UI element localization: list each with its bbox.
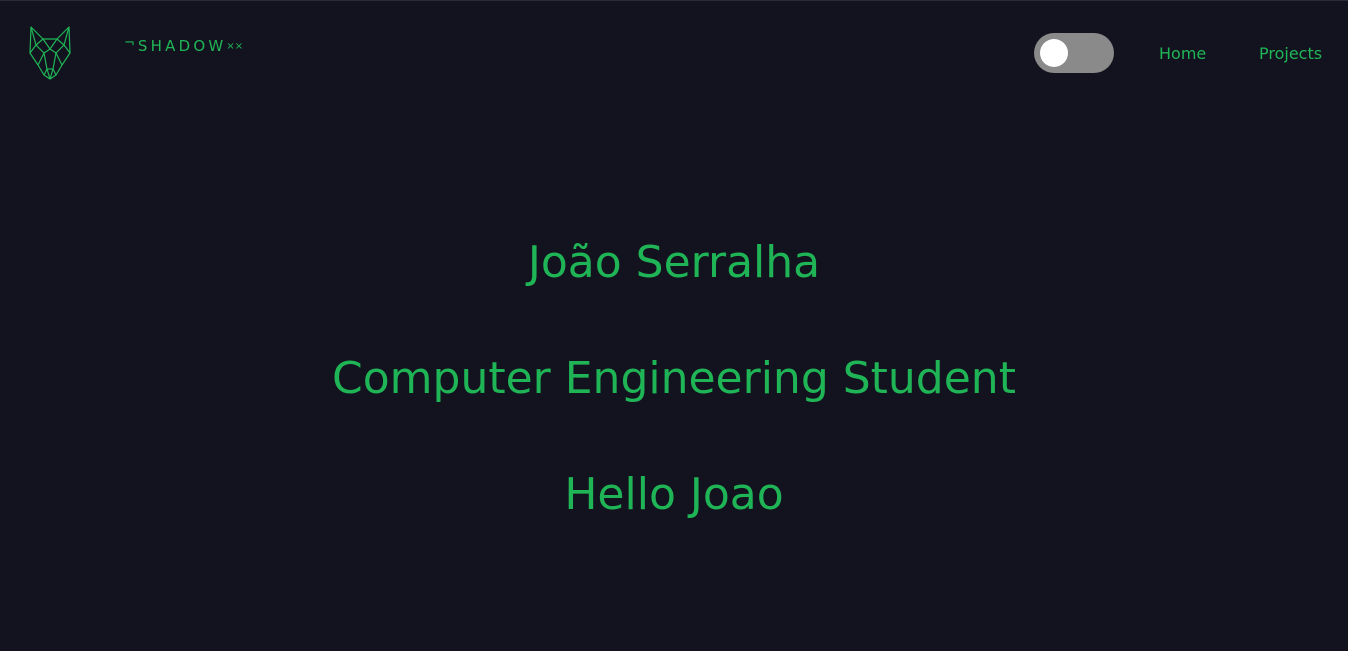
brand-suffix: ×× — [226, 41, 244, 52]
brand-name: SHADOW — [137, 37, 227, 55]
nav-home-link[interactable]: Home — [1159, 44, 1206, 64]
toggle-knob — [1040, 39, 1068, 67]
theme-toggle[interactable] — [1034, 33, 1114, 73]
brand-prefix: ¬ — [124, 36, 135, 51]
wolf-logo-icon[interactable] — [28, 23, 72, 81]
hero-role: Computer Engineering Student — [332, 353, 1016, 404]
hero-name: João Serralha — [527, 237, 821, 288]
brand-wordmark[interactable]: ¬ SHADOW ×× — [124, 36, 243, 56]
nav-projects-link[interactable]: Projects — [1259, 44, 1322, 64]
hero-greeting: Hello Joao — [564, 469, 784, 520]
